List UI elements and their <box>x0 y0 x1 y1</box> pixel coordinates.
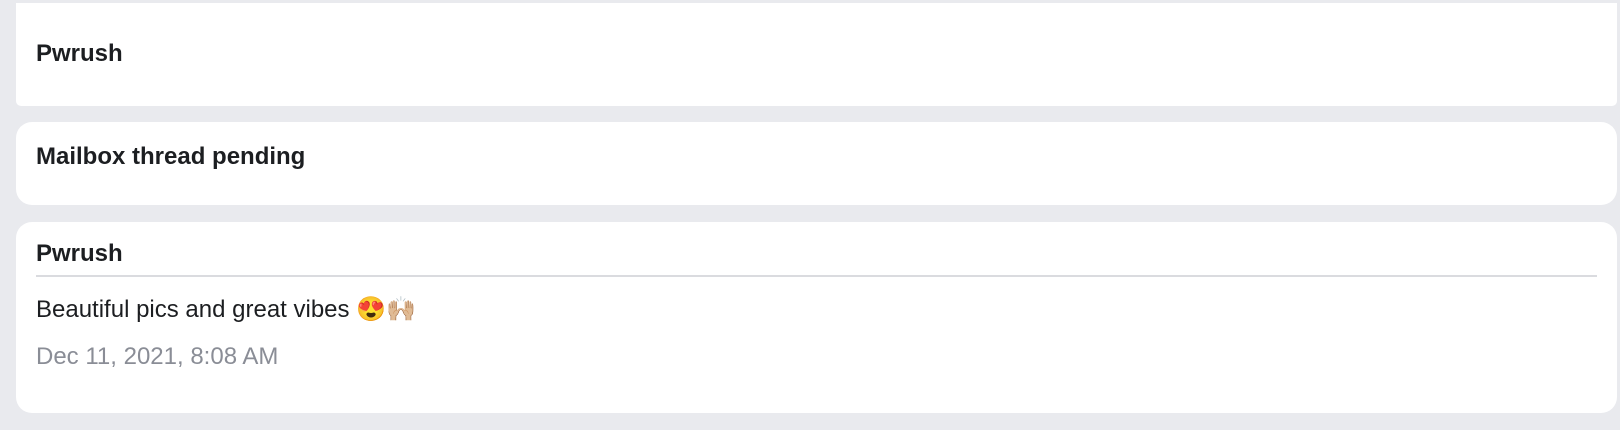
thread-title: Pwrush <box>36 240 123 267</box>
thread-card[interactable]: Pwrush Beautiful pics and great vibes 😍🙌… <box>16 222 1617 413</box>
thread-title: Pwrush <box>36 40 123 67</box>
thread-card[interactable]: Mailbox thread pending <box>16 122 1617 205</box>
thread-title: Mailbox thread pending <box>36 143 306 170</box>
thread-card[interactable]: Pwrush <box>16 3 1617 106</box>
message-timestamp: Dec 11, 2021, 8:08 AM <box>36 343 279 370</box>
message-text: Beautiful pics and great vibes 😍🙌🏼 <box>36 296 416 323</box>
divider <box>36 275 1597 277</box>
